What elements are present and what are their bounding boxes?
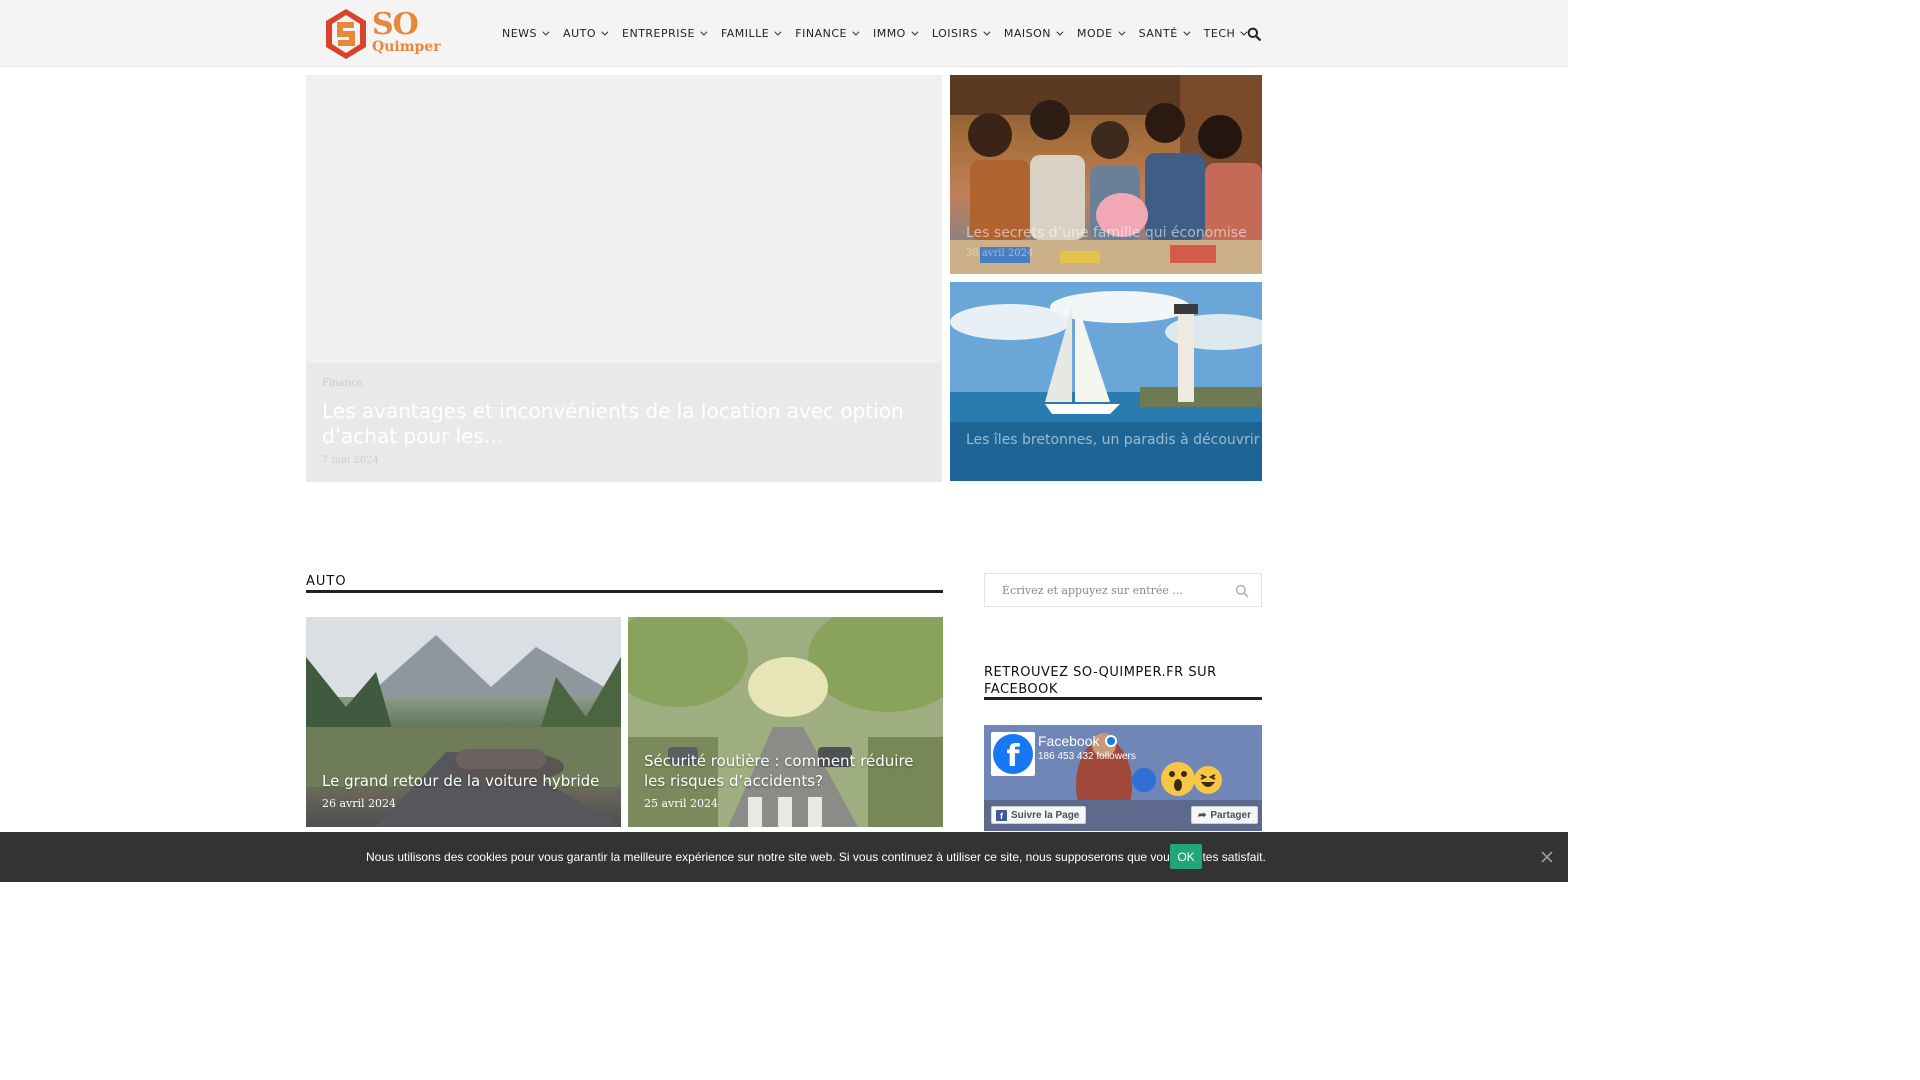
logo-text: SO bbox=[372, 7, 419, 42]
chevron-down-icon bbox=[852, 28, 860, 36]
hero-featured-post[interactable]: Finance Les avantages et inconvénients d… bbox=[306, 75, 942, 482]
follow-label: Suivre la Page bbox=[1011, 809, 1080, 821]
post-title[interactable]: Les îles bretonnes, un paradis à découvr… bbox=[966, 432, 1259, 448]
post-title[interactable]: Les avantages et inconvénients de la loc… bbox=[322, 399, 922, 449]
section-divider bbox=[306, 590, 943, 593]
verified-badge-icon bbox=[1105, 735, 1118, 747]
cookie-text: Nous utilisons des cookies pour vous gar… bbox=[366, 850, 1266, 864]
nav-item-sante[interactable]: SANTÉ bbox=[1138, 24, 1191, 42]
nav-item-label: TECH bbox=[1203, 26, 1236, 40]
nav-item-label: FAMILLE bbox=[720, 26, 770, 40]
nav-item-label: LOISIRS bbox=[931, 26, 978, 40]
post-card[interactable]: Sécurité routière : comment réduire les … bbox=[628, 617, 943, 827]
post-card[interactable]: Le grand retour de la voiture hybride 26… bbox=[306, 617, 621, 827]
post-date: 26 avril 2024 bbox=[322, 797, 397, 810]
chevron-down-icon bbox=[542, 28, 550, 36]
share-label: Partager bbox=[1210, 809, 1251, 821]
cookie-notice: Nous utilisons des cookies pour vous gar… bbox=[0, 832, 1568, 882]
nav-item-mode[interactable]: MODE bbox=[1076, 24, 1126, 42]
nav-item-immo[interactable]: IMMO bbox=[872, 24, 919, 42]
hero-caption: Finance Les avantages et inconvénients d… bbox=[306, 363, 942, 482]
search-icon[interactable] bbox=[1247, 27, 1261, 41]
search-input[interactable] bbox=[986, 575, 1216, 605]
nav-item-label: IMMO bbox=[872, 26, 906, 40]
chevron-down-icon bbox=[911, 28, 919, 36]
post-category[interactable]: Finance bbox=[322, 378, 363, 389]
laugh-emoji-icon bbox=[1194, 766, 1222, 794]
post-image bbox=[628, 617, 943, 827]
facebook-page-name[interactable]: Facebook bbox=[1038, 733, 1118, 749]
search-icon[interactable] bbox=[1235, 584, 1249, 598]
logo-mark-icon bbox=[326, 9, 366, 59]
nav-item-entreprise[interactable]: ENTREPRISE bbox=[622, 24, 708, 42]
nav-item-loisirs[interactable]: LOISIRS bbox=[931, 24, 991, 42]
chevron-down-icon bbox=[774, 28, 782, 36]
nav-item-news[interactable]: NEWS bbox=[502, 24, 550, 42]
post-date: 7 mai 2024 bbox=[322, 455, 379, 466]
cookie-accept-button[interactable]: OK bbox=[1170, 844, 1202, 869]
follower-count: 186 453 432 followers bbox=[1038, 751, 1136, 762]
widget-divider bbox=[984, 697, 1262, 700]
logo-city: Quimper bbox=[372, 39, 441, 55]
close-icon[interactable] bbox=[1541, 851, 1553, 863]
nav-item-label: ENTREPRISE bbox=[622, 26, 695, 40]
share-button[interactable]: ➦ Partager bbox=[1191, 806, 1258, 824]
post-title[interactable]: Les secrets d’une famille qui économise bbox=[966, 225, 1247, 241]
post-title[interactable]: Sécurité routière : comment réduire les … bbox=[644, 751, 929, 791]
nav-item-label: AUTO bbox=[563, 26, 597, 40]
nav-item-label: FINANCE bbox=[795, 26, 847, 40]
post-date: 25 avril 2024 bbox=[644, 797, 719, 810]
nav-item-label: MAISON bbox=[1003, 26, 1051, 40]
nav-item-finance[interactable]: FINANCE bbox=[795, 24, 860, 42]
nav-item-label: NEWS bbox=[502, 26, 538, 40]
chevron-down-icon bbox=[1183, 28, 1191, 36]
section-title-auto[interactable]: AUTO bbox=[306, 574, 347, 589]
hero-side-post[interactable]: Les secrets d’une famille qui économise … bbox=[950, 75, 1262, 274]
nav-item-tech[interactable]: TECH bbox=[1203, 24, 1248, 42]
main-nav: NEWS AUTO ENTREPRISE FAMILLE FINANCE IMM… bbox=[502, 24, 1261, 42]
sidebar-search bbox=[984, 573, 1262, 607]
chevron-down-icon bbox=[700, 28, 708, 36]
chevron-down-icon bbox=[1056, 28, 1064, 36]
facebook-page-widget[interactable]: f Facebook 186 453 432 followers f Suivr… bbox=[984, 725, 1262, 831]
post-image bbox=[950, 75, 1262, 274]
chevron-down-icon bbox=[983, 28, 991, 36]
nav-item-maison[interactable]: MAISON bbox=[1003, 24, 1064, 42]
share-arrow-icon: ➦ bbox=[1198, 809, 1207, 821]
facebook-mini-icon: f bbox=[996, 809, 1007, 821]
post-date: 30 avril 2024 bbox=[966, 248, 1034, 259]
follow-page-button[interactable]: f Suivre la Page bbox=[991, 806, 1087, 824]
site-logo[interactable]: SO Quimper bbox=[324, 7, 441, 61]
nav-item-label: MODE bbox=[1076, 26, 1113, 40]
chevron-down-icon bbox=[601, 28, 609, 36]
widget-title-facebook: RETROUVEZ SO-QUIMPER.FR SUR FACEBOOK bbox=[984, 665, 1217, 697]
nav-item-famille[interactable]: FAMILLE bbox=[720, 24, 782, 42]
nav-item-label: SANTÉ bbox=[1138, 26, 1178, 40]
nav-item-auto[interactable]: AUTO bbox=[563, 24, 609, 42]
post-image bbox=[306, 617, 621, 827]
post-title[interactable]: Le grand retour de la voiture hybride bbox=[322, 771, 607, 791]
hero-side-post[interactable]: Les îles bretonnes, un paradis à découvr… bbox=[950, 282, 1262, 481]
facebook-logo-icon[interactable]: f bbox=[991, 732, 1035, 776]
site-header: SO Quimper NEWS AUTO ENTREPRISE FAMILLE … bbox=[0, 0, 1568, 67]
chevron-down-icon bbox=[1117, 28, 1126, 36]
wow-emoji-icon bbox=[1161, 762, 1195, 796]
post-image bbox=[950, 282, 1262, 481]
